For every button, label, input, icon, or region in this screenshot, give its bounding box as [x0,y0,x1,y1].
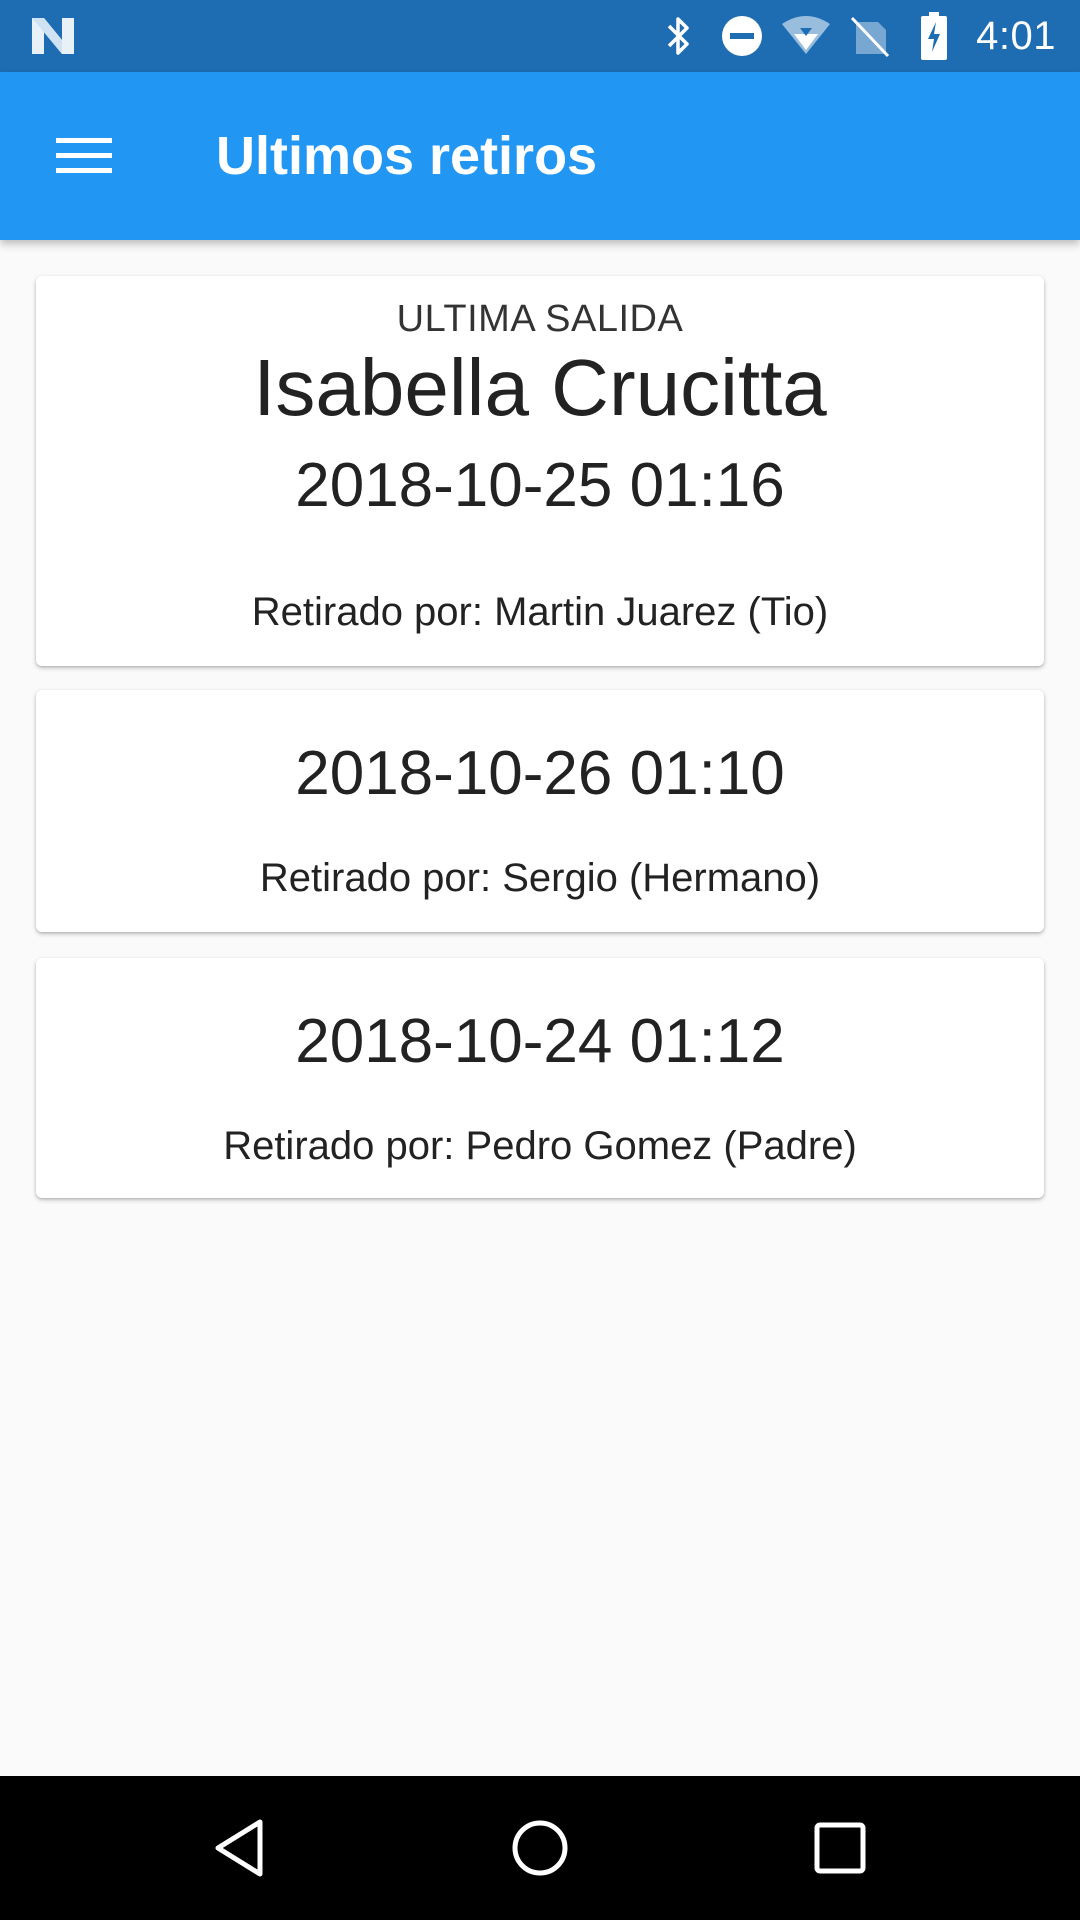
pickup-datetime: 2018-10-24 01:12 [295,1007,785,1076]
picked-up-by: Retirado por: Pedro Gomez (Padre) [223,1124,857,1168]
pickup-card[interactable]: 2018-10-24 01:12 Retirado por: Pedro Gom… [36,958,1044,1198]
pickup-datetime: 2018-10-25 01:16 [295,451,785,520]
notification-n-icon [28,14,78,58]
page-title: Ultimos retiros [216,126,598,186]
picked-up-by: Retirado por: Martin Juarez (Tio) [251,590,829,634]
system-nav-bar [0,1776,1080,1920]
latest-pickup-card[interactable]: ULTIMA SALIDA Isabella Crucitta 2018-10-… [36,276,1044,666]
back-icon[interactable] [180,1798,300,1898]
picked-up-by: Retirado por: Sergio (Hermano) [259,856,821,900]
hamburger-menu-icon[interactable] [40,116,128,196]
card-label: ULTIMA SALIDA [396,298,684,340]
status-time: 4:01 [976,13,1056,58]
home-icon[interactable] [480,1798,600,1898]
pickup-card[interactable]: 2018-10-26 01:10 Retirado por: Sergio (H… [36,690,1044,932]
recents-icon[interactable] [780,1798,900,1898]
pickup-datetime: 2018-10-26 01:10 [295,739,785,808]
battery-charging-icon [902,0,966,72]
no-sim-icon [838,0,902,72]
status-icons: 4:01 [646,0,1056,72]
bluetooth-icon [646,0,710,72]
wifi-icon [774,0,838,72]
app-bar: Ultimos retiros [0,72,1080,240]
student-name: Isabella Crucitta [253,343,827,432]
status-bar: 4:01 [0,0,1080,72]
do-not-disturb-icon [710,0,774,72]
